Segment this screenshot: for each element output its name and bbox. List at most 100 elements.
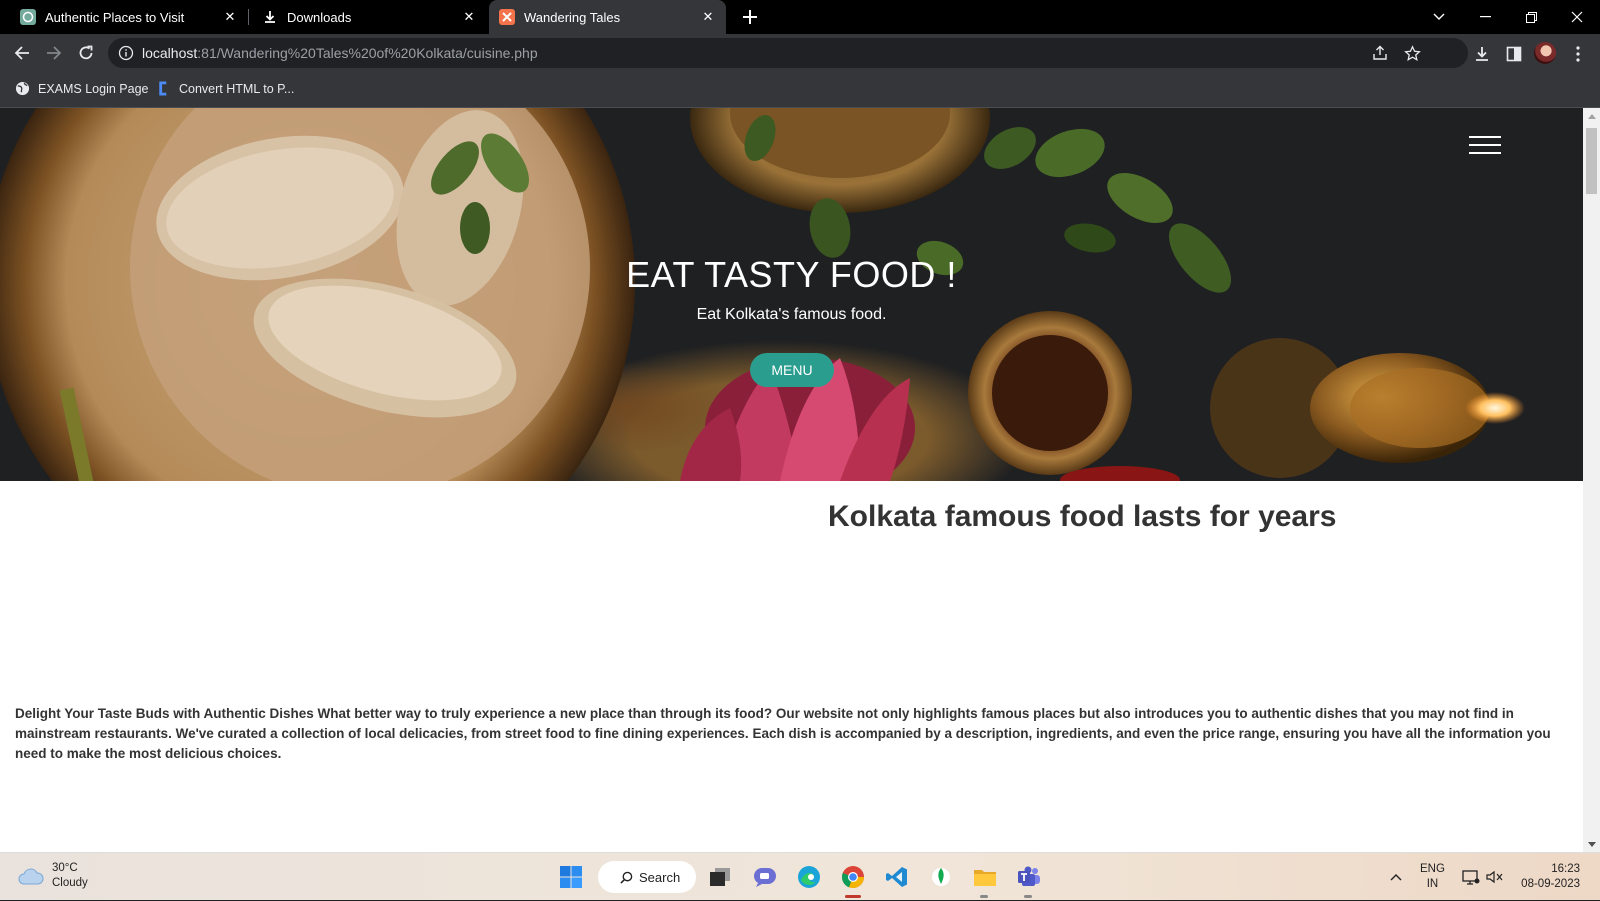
network-button[interactable]	[1462, 853, 1480, 901]
tab-strip: Authentic Places to Visit ✕ Downloads ✕ …	[0, 0, 1600, 34]
scrollbar-track[interactable]	[1583, 108, 1600, 852]
scrollbar-thumb[interactable]	[1586, 128, 1597, 194]
new-tab-button[interactable]	[738, 5, 762, 29]
side-panel-icon	[1506, 46, 1522, 62]
chrome-menu-button[interactable]	[1566, 42, 1590, 66]
volume-button[interactable]	[1486, 853, 1504, 901]
vscode-icon	[886, 867, 907, 887]
tab-authentic-places[interactable]: Authentic Places to Visit ✕	[0, 0, 248, 34]
weather-widget[interactable]: 30°C Cloudy	[18, 861, 88, 891]
url-path: :81/Wandering%20Tales%20of%20Kolkata/cui…	[197, 45, 538, 61]
hero-title: EAT TASTY FOOD !	[626, 254, 957, 295]
share-button[interactable]	[1370, 43, 1390, 63]
download-icon	[1476, 47, 1488, 61]
task-view-button[interactable]	[704, 861, 736, 893]
vscode-button[interactable]	[881, 861, 913, 893]
hero-subtitle: Eat Kolkata's famous food.	[696, 306, 887, 323]
close-icon[interactable]: ✕	[220, 7, 240, 27]
bookmark-exams[interactable]: EXAMS Login Page	[15, 81, 149, 96]
task-view-icon	[710, 868, 730, 886]
language-bottom: IN	[1426, 878, 1439, 890]
hamburger-menu-icon[interactable]	[1469, 136, 1501, 156]
chat-icon	[754, 868, 776, 887]
tab-title: Downloads	[287, 9, 352, 25]
teams-icon	[1018, 866, 1040, 886]
url-host: localhost	[142, 45, 198, 61]
chrome-active-indicator	[845, 895, 861, 898]
side-panel-button[interactable]	[1502, 42, 1526, 66]
globe-icon	[15, 81, 30, 96]
tab-wandering-tales[interactable]: Wandering Tales ✕	[489, 0, 726, 34]
clock[interactable]: 16:23 08-09-2023	[1518, 853, 1580, 901]
scroll-down-arrow[interactable]	[1585, 838, 1598, 850]
clock-time: 16:23	[1551, 863, 1580, 875]
forward-button[interactable]	[39, 38, 69, 68]
tab-title: Authentic Places to Visit	[45, 9, 185, 25]
taskbar-search[interactable]: Search	[598, 861, 696, 893]
chevron-up-icon	[1390, 874, 1402, 881]
arrow-right-icon	[47, 46, 62, 60]
search-icon	[620, 871, 633, 884]
weather-temp: 30°C	[52, 862, 78, 874]
start-button[interactable]	[555, 861, 587, 893]
address-bar[interactable]: localhost:81/Wandering%20Tales%20of%20Ko…	[108, 38, 1468, 68]
cloud-icon	[18, 868, 44, 885]
teams-running-indicator	[1024, 895, 1032, 898]
tab-search-button[interactable]	[1416, 0, 1462, 34]
bookmark-star-button[interactable]	[1402, 43, 1422, 63]
profile-avatar[interactable]	[1534, 42, 1556, 64]
edge-icon	[798, 866, 820, 888]
network-icon	[1462, 870, 1480, 885]
bookmarks-bar: EXAMS Login Page Convert HTML to P...	[0, 72, 1600, 108]
teams-button[interactable]	[1013, 861, 1045, 893]
bookmark-label: Convert HTML to P...	[179, 81, 295, 96]
converter-icon	[159, 81, 167, 96]
chevron-down-icon	[1433, 13, 1445, 20]
show-hidden-icons-button[interactable]	[1390, 853, 1402, 901]
plus-icon	[743, 10, 757, 24]
language-indicator[interactable]: ENG IN	[1420, 853, 1445, 901]
page-viewport: EAT TASTY FOOD ! Eat Kolkata's famous fo…	[0, 108, 1600, 852]
reload-button[interactable]	[71, 38, 101, 68]
browser-toolbar: localhost:81/Wandering%20Tales%20of%20Ko…	[0, 34, 1600, 72]
tab-title: Wandering Tales	[524, 9, 621, 25]
arrow-left-icon	[14, 46, 29, 60]
triangle-down-icon	[1587, 841, 1596, 847]
close-icon[interactable]: ✕	[459, 7, 479, 27]
tab-downloads[interactable]: Downloads ✕	[250, 0, 487, 34]
url-text[interactable]: localhost:81/Wandering%20Tales%20of%20Ko…	[142, 45, 538, 61]
weather-desc: Cloudy	[52, 877, 88, 889]
menu-button[interactable]: MENU	[750, 353, 834, 387]
share-icon	[1373, 45, 1387, 60]
mongodb-compass-button[interactable]	[925, 861, 957, 893]
language-top: ENG	[1420, 863, 1445, 875]
chrome-taskbar-button[interactable]	[837, 861, 869, 893]
hero-banner: EAT TASTY FOOD ! Eat Kolkata's famous fo…	[0, 108, 1583, 481]
minimize-button[interactable]	[1462, 0, 1508, 34]
downloads-button[interactable]	[1470, 42, 1494, 66]
restore-button[interactable]	[1508, 0, 1554, 34]
restore-icon	[1525, 11, 1537, 23]
search-label: Search	[639, 869, 681, 885]
download-icon	[265, 11, 275, 23]
windows-icon	[560, 866, 582, 888]
back-button[interactable]	[7, 38, 37, 68]
close-icon[interactable]: ✕	[698, 7, 718, 27]
edge-button[interactable]	[793, 861, 825, 893]
intro-paragraph: Delight Your Taste Buds with Authentic D…	[15, 706, 1551, 761]
close-window-button[interactable]	[1554, 0, 1600, 34]
file-explorer-button[interactable]	[969, 861, 1001, 893]
more-vertical-icon	[1576, 46, 1580, 62]
chrome-icon	[842, 866, 865, 889]
xampp-icon	[499, 9, 515, 25]
triangle-up-icon	[1587, 113, 1596, 119]
bookmark-label: EXAMS Login Page	[38, 81, 149, 96]
section-heading: Kolkata famous food lasts for years	[828, 500, 1337, 533]
explorer-running-indicator	[980, 895, 988, 898]
star-icon	[1403, 44, 1421, 61]
teams-chat-button[interactable]	[749, 861, 781, 893]
scroll-up-arrow[interactable]	[1585, 110, 1598, 122]
bookmark-convert-html[interactable]: Convert HTML to P...	[156, 81, 294, 96]
info-icon[interactable]	[118, 45, 134, 61]
tab-separator	[248, 9, 249, 25]
